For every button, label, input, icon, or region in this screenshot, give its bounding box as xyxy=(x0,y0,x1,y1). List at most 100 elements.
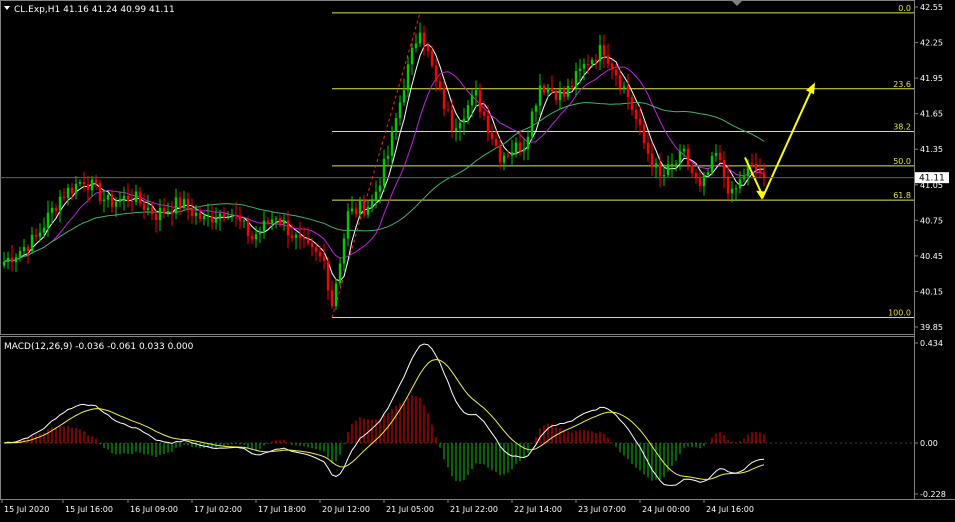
candle-body xyxy=(394,118,398,132)
candle-body xyxy=(94,179,98,183)
fibo-level-label: 23.6 xyxy=(893,80,911,89)
candle-body xyxy=(610,63,614,70)
candle-body xyxy=(110,194,114,207)
candle-body xyxy=(682,148,686,152)
candle-body xyxy=(190,208,194,216)
candle-body xyxy=(466,105,470,119)
candle-body xyxy=(702,174,706,186)
candle-body xyxy=(566,85,570,97)
candle-body xyxy=(242,220,246,222)
candle-body xyxy=(538,85,542,106)
candle-body xyxy=(258,231,262,235)
candle-body xyxy=(138,191,142,204)
candle-body xyxy=(406,64,410,91)
candle-body xyxy=(618,75,622,88)
candle-body xyxy=(550,88,554,92)
candle-body xyxy=(642,124,646,143)
candle-body xyxy=(530,111,534,137)
candle-body xyxy=(366,206,370,215)
candle-body xyxy=(462,118,466,123)
candle-body xyxy=(438,81,442,89)
candle-body xyxy=(346,211,350,239)
scroll-marker-icon[interactable] xyxy=(731,0,743,6)
candle-body xyxy=(730,188,734,194)
candle-body xyxy=(218,213,222,219)
time-axis: 15 Jul 2020 15 Jul 16:00 16 Jul 09:00 17 Ju… xyxy=(1,499,754,514)
fibo-level-label: 100.0 xyxy=(888,309,911,318)
candle-body xyxy=(174,197,178,214)
time-axis-label: 21 Jul 22:00 xyxy=(450,505,498,514)
candle-body xyxy=(286,220,290,236)
price-axis-label: 40.75 xyxy=(920,216,943,225)
candle-body xyxy=(210,215,214,223)
candle-body xyxy=(46,212,50,228)
candle-body xyxy=(142,203,146,210)
candle-body xyxy=(30,234,34,252)
candle-body xyxy=(374,191,378,202)
candle-body xyxy=(86,184,90,191)
candle-body xyxy=(2,261,6,266)
candle-body xyxy=(578,68,582,71)
candle-body xyxy=(762,172,766,178)
candle-body xyxy=(274,218,278,220)
candle-body xyxy=(330,290,334,307)
candle-body xyxy=(414,43,418,48)
chart-canvas[interactable]: 0.0 23.6 38.2 50.0 61.8 100.0 42.55 42.25 41.95… xyxy=(0,0,955,518)
candle-body xyxy=(70,187,74,194)
candle-body xyxy=(706,172,710,175)
candle-body xyxy=(498,145,502,163)
time-axis-label: 22 Jul 14:00 xyxy=(514,505,562,514)
time-axis-label: 17 Jul 02:00 xyxy=(194,505,242,514)
time-axis-label: 24 Jul 00:00 xyxy=(642,505,690,514)
candle-body xyxy=(426,45,430,51)
candle-body xyxy=(166,210,170,213)
candle-body xyxy=(690,165,694,173)
candle-body xyxy=(718,152,722,161)
time-axis-label: 23 Jul 07:00 xyxy=(578,505,626,514)
candle-body xyxy=(318,251,322,257)
candle-body xyxy=(614,69,618,76)
current-price-label: 41.11 xyxy=(919,174,945,184)
candle-body xyxy=(354,208,358,215)
candle-body xyxy=(278,218,282,224)
candle-body xyxy=(54,207,58,211)
candle-body xyxy=(162,207,166,213)
candle-body xyxy=(150,207,154,215)
candle-body xyxy=(270,219,274,224)
price-panel-frame xyxy=(0,0,915,335)
candle-body xyxy=(246,220,250,237)
candle-body xyxy=(546,88,550,93)
candle-body xyxy=(442,88,446,110)
candle-body xyxy=(226,215,230,218)
fibonacci-retracement[interactable]: 0.0 23.6 38.2 50.0 61.8 100.0 xyxy=(331,4,914,319)
price-axis: 42.5542.2541.9541.6541.3541.0540.7540.45… xyxy=(0,3,943,332)
candle-body xyxy=(430,50,434,66)
symbol-dropdown-icon[interactable] xyxy=(4,6,10,10)
candle-body xyxy=(22,246,26,251)
candle-body xyxy=(598,45,602,62)
candle-body xyxy=(182,199,186,207)
candle-body xyxy=(82,182,86,185)
candle-body xyxy=(102,199,106,201)
candle-body xyxy=(654,163,658,168)
candle-body xyxy=(726,176,730,194)
candle-body xyxy=(194,212,198,216)
candle-body xyxy=(698,178,702,186)
candle-body xyxy=(254,234,258,240)
candle-body xyxy=(474,90,478,96)
candle-body xyxy=(238,215,242,221)
candle-body xyxy=(58,196,62,211)
candle-body xyxy=(570,85,574,87)
trading-chart-window[interactable]: 0.0 23.6 38.2 50.0 61.8 100.0 42.55 42.25 41.95… xyxy=(0,0,955,518)
candle-body xyxy=(738,179,742,189)
candle-body xyxy=(78,182,82,184)
time-axis-label: 21 Jul 05:00 xyxy=(386,505,434,514)
projection-arrow[interactable] xyxy=(744,82,815,200)
time-axis-label: 16 Jul 09:00 xyxy=(130,505,178,514)
current-price-marker: 41.11 xyxy=(915,172,949,184)
price-axis-label: 41.35 xyxy=(920,145,943,154)
candle-body xyxy=(422,32,426,46)
candle-body xyxy=(370,201,374,207)
time-axis-label: 17 Jul 18:00 xyxy=(258,505,306,514)
candle-body xyxy=(202,216,206,220)
